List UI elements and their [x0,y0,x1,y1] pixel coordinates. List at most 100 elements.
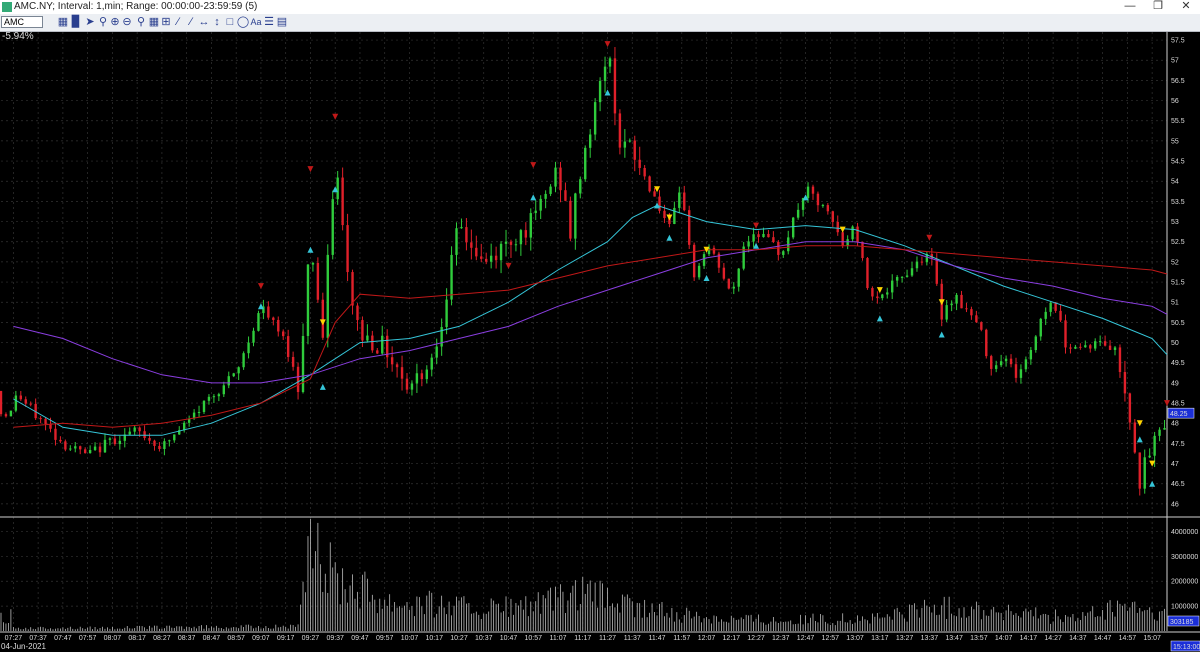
time-tick-label: 10:27 [450,635,468,642]
candle-body [598,80,602,103]
signal-marker-down [257,283,264,290]
candle-body [509,241,513,245]
candle-body [321,299,325,338]
candle-body [1014,364,1018,378]
candle-body [1163,427,1166,430]
candle-body [994,365,998,369]
candle-body [1143,457,1146,489]
candle-body [272,317,275,320]
candle-body [970,309,973,316]
candle-body [1103,341,1107,346]
candle-body [757,234,760,238]
candle-body [648,176,651,192]
candle-body [618,113,622,148]
signal-marker-down [319,319,326,326]
candle-body [465,227,468,243]
candle-body [351,272,354,306]
time-tick-label: 09:47 [351,635,369,642]
candle-body [811,186,815,194]
candle-body [1113,347,1117,350]
candle-body [628,140,631,142]
signal-marker-up [703,275,710,282]
price-tick-label: 47.5 [1171,441,1185,448]
candle-body [103,439,107,453]
time-tick-label: 13:07 [846,635,864,642]
candle-body [430,357,433,370]
candle-body [826,205,830,212]
candle-body [128,431,131,435]
candle-body [217,394,221,397]
candle-body [69,448,72,450]
time-tick-label: 11:37 [624,635,641,642]
candle-body [722,267,726,279]
candle-body [9,410,13,417]
candle-body [891,280,894,293]
candle-body [420,373,424,380]
candle-body [999,361,1003,366]
volume-tick-label: 3000000 [1171,554,1198,561]
candle-body [871,288,874,297]
time-tick-label: 14:47 [1094,635,1112,642]
current-time-label: 15:13:00 [1173,644,1200,651]
candle-body [836,221,839,233]
candle-body [19,395,23,400]
candle-body [504,241,508,244]
candle-body [450,254,453,300]
candle-body [574,193,577,239]
candle-body [1039,318,1042,337]
candle-body [296,366,300,393]
time-tick-label: 10:37 [475,635,493,642]
signal-marker-up [530,194,537,201]
price-tick-label: 52 [1171,259,1179,266]
candle-body [955,294,958,304]
price-tick-label: 48.5 [1171,401,1185,408]
candle-body [277,319,280,332]
candle-body [44,418,47,424]
signal-marker-up [876,315,883,322]
candle-body [965,308,968,310]
candle-body [816,193,820,206]
candle-body [990,356,993,369]
time-tick-label: 07:57 [79,635,97,642]
candle-body [311,262,315,265]
candle-body [494,255,498,261]
time-tick-label: 07:47 [54,635,72,642]
candle-body [376,350,379,354]
candle-body [935,259,938,284]
candle-body [554,167,557,187]
time-tick-label: 09:37 [326,635,344,642]
time-tick-label: 08:27 [153,635,171,642]
time-tick-label: 10:07 [401,635,419,642]
candle-body [336,177,339,200]
time-tick-label: 10:47 [500,635,518,642]
candle-body [1098,341,1102,343]
candle-body [148,437,151,441]
candle-body [559,167,562,191]
candle-body [608,58,612,67]
candle-body [475,247,478,257]
time-tick-label: 07:37 [29,635,47,642]
candle-body [772,237,775,242]
candle-body [88,449,92,454]
candle-body [603,66,607,81]
price-tick-label: 53 [1171,219,1179,226]
candle-body [390,357,394,365]
time-tick-label: 11:47 [649,635,666,642]
candle-body [489,255,493,262]
price-tick-label: 52.5 [1171,239,1185,246]
candle-body [910,268,914,276]
candle-body [762,233,765,238]
signal-marker-up [938,331,945,338]
candle-body [861,241,864,259]
candle-body [366,335,369,341]
time-tick-label: 12:37 [772,635,790,642]
candle-body [623,141,627,148]
candle-body [1133,422,1137,453]
candle-body [796,209,800,218]
candle-body [529,213,532,238]
price-tick-label: 49 [1171,380,1179,387]
candle-body [1009,358,1013,365]
candle-body [1004,358,1008,362]
price-tick-label: 56.5 [1171,78,1185,85]
candle-body [410,383,414,390]
